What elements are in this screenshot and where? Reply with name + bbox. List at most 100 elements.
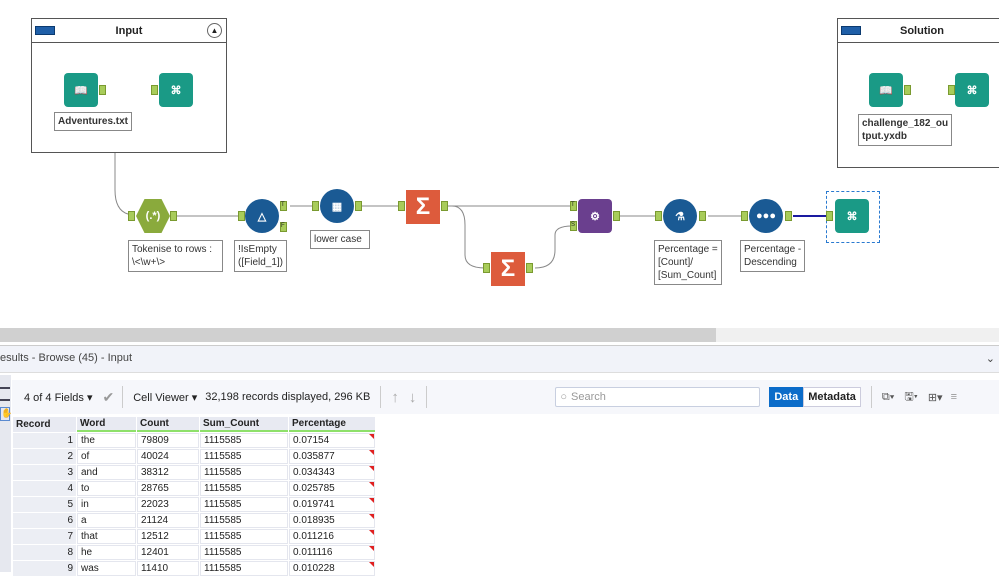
target-anchor[interactable]: T [570, 201, 577, 211]
table-row[interactable]: 3 and 38312 1115585 0.034343 [13, 465, 375, 480]
fields-label: 4 of 4 Fields [24, 391, 84, 404]
percentage-cell[interactable]: 0.07154 [289, 433, 375, 448]
arrow-down-icon[interactable]: ↓ [409, 389, 417, 406]
scrollbar-thumb[interactable] [0, 328, 716, 342]
records-info: 32,198 records displayed, 296 KB [205, 391, 371, 403]
percentage-cell[interactable]: 0.010228 [289, 561, 375, 576]
record-cell[interactable]: 6 [13, 513, 76, 528]
count-cell[interactable]: 38312 [137, 465, 199, 480]
filter-tool[interactable]: △ [245, 199, 279, 233]
record-cell[interactable]: 4 [13, 481, 76, 496]
source-anchor[interactable]: S [570, 221, 577, 231]
input-container[interactable]: Input ▲ [31, 18, 227, 153]
table-row[interactable]: 7 that 12512 1115585 0.011216 [13, 529, 375, 544]
results-panel-header: esults - Browse (45) - Input ⌄ [0, 345, 999, 373]
column-header-word[interactable]: Word [77, 417, 136, 432]
record-cell[interactable]: 2 [13, 449, 76, 464]
word-cell[interactable]: he [77, 545, 136, 560]
count-cell[interactable]: 11410 [137, 561, 199, 576]
sum-count-cell[interactable]: 1115585 [200, 529, 288, 544]
percentage-cell[interactable]: 0.025785 [289, 481, 375, 496]
formula-tool[interactable]: ⚗ [663, 199, 697, 233]
sum-count-cell[interactable]: 1115585 [200, 481, 288, 496]
count-cell[interactable]: 28765 [137, 481, 199, 496]
word-cell[interactable]: in [77, 497, 136, 512]
cell-viewer-dropdown[interactable]: Cell Viewer ▾ [133, 391, 197, 404]
true-anchor[interactable]: T [280, 201, 287, 211]
count-cell[interactable]: 79809 [137, 433, 199, 448]
append-fields-tool[interactable]: ⚙ [578, 199, 612, 233]
word-cell[interactable]: a [77, 513, 136, 528]
tab-metadata[interactable]: Metadata [803, 387, 861, 407]
record-cell[interactable]: 1 [13, 433, 76, 448]
menu-icon[interactable]: ≡ [951, 391, 957, 403]
record-cell[interactable]: 3 [13, 465, 76, 480]
count-cell[interactable]: 12512 [137, 529, 199, 544]
fields-dropdown[interactable]: 4 of 4 Fields ▾ [24, 391, 93, 404]
summarize-tool-1[interactable]: Σ [406, 190, 440, 224]
table-row[interactable]: 5 in 22023 1115585 0.019741 [13, 497, 375, 512]
table-row[interactable]: 9 was 11410 1115585 0.010228 [13, 561, 375, 576]
percentage-cell[interactable]: 0.034343 [289, 465, 375, 480]
record-cell[interactable]: 5 [13, 497, 76, 512]
false-anchor[interactable]: F [280, 222, 287, 232]
word-cell[interactable]: was [77, 561, 136, 576]
record-cell[interactable]: 7 [13, 529, 76, 544]
solution-input-tool[interactable]: 📖 [869, 73, 903, 107]
sum-count-cell[interactable]: 1115585 [200, 433, 288, 448]
sum-count-cell[interactable]: 1115585 [200, 449, 288, 464]
copy-icon[interactable]: ⧉▾ [882, 391, 894, 404]
search-input[interactable]: ○ Search [555, 387, 761, 407]
container-title: Solution [900, 24, 944, 37]
sort-tool[interactable]: ●●● [749, 199, 783, 233]
percentage-cell[interactable]: 0.011116 [289, 545, 375, 560]
count-cell[interactable]: 22023 [137, 497, 199, 512]
sum-count-cell[interactable]: 1115585 [200, 561, 288, 576]
book-icon: 📖 [879, 84, 893, 97]
sum-count-cell[interactable]: 1115585 [200, 465, 288, 480]
input-data-tool[interactable]: 📖 [64, 73, 98, 107]
table-row[interactable]: 1 the 79809 1115585 0.07154 [13, 433, 375, 448]
count-cell[interactable]: 12401 [137, 545, 199, 560]
column-header-percentage[interactable]: Percentage [289, 417, 375, 432]
word-cell[interactable]: and [77, 465, 136, 480]
table-row[interactable]: 4 to 28765 1115585 0.025785 [13, 481, 375, 496]
word-cell[interactable]: of [77, 449, 136, 464]
percentage-cell[interactable]: 0.018935 [289, 513, 375, 528]
summarize-tool-2[interactable]: Σ [491, 252, 525, 286]
table-row[interactable]: 6 a 21124 1115585 0.018935 [13, 513, 375, 528]
table-row[interactable]: 8 he 12401 1115585 0.011116 [13, 545, 375, 560]
record-cell[interactable]: 8 [13, 545, 76, 560]
count-cell[interactable]: 21124 [137, 513, 199, 528]
hand-icon[interactable]: ✋ [0, 407, 12, 421]
sum-count-cell[interactable]: 1115585 [200, 513, 288, 528]
add-table-icon[interactable]: ⊞▾ [928, 391, 943, 404]
canvas-scrollbar[interactable] [0, 328, 999, 342]
record-cell[interactable]: 9 [13, 561, 76, 576]
arrow-up-icon[interactable]: ↑ [391, 389, 399, 406]
chevron-down-icon[interactable]: ⌄ [986, 352, 995, 365]
percentage-cell[interactable]: 0.035877 [289, 449, 375, 464]
word-cell[interactable]: the [77, 433, 136, 448]
sum-count-cell[interactable]: 1115585 [200, 545, 288, 560]
browse-input-tool[interactable]: ⌘ [159, 73, 193, 107]
browse-output-tool[interactable]: ⌘ [835, 199, 869, 233]
word-cell[interactable]: that [77, 529, 136, 544]
tab-data[interactable]: Data [769, 387, 804, 407]
percentage-cell[interactable]: 0.019741 [289, 497, 375, 512]
solution-browse-tool[interactable]: ⌘ [955, 73, 989, 107]
save-icon[interactable]: 🖫▾ [904, 388, 917, 407]
dots-icon: ●●● [756, 210, 776, 222]
apply-check-icon[interactable]: ✔ [103, 389, 115, 406]
percentage-cell[interactable]: 0.011216 [289, 529, 375, 544]
column-header-sum-count[interactable]: Sum_Count [200, 417, 288, 432]
column-header-record[interactable]: Record [13, 417, 76, 432]
word-cell[interactable]: to [77, 481, 136, 496]
count-cell[interactable]: 40024 [137, 449, 199, 464]
column-header-count[interactable]: Count [137, 417, 199, 432]
sum-count-cell[interactable]: 1115585 [200, 497, 288, 512]
table-row[interactable]: 2 of 40024 1115585 0.035877 [13, 449, 375, 464]
multi-field-formula-tool[interactable]: ▦ [320, 189, 354, 223]
collapse-icon[interactable]: ▲ [207, 23, 222, 38]
table-view-icon[interactable] [0, 387, 10, 401]
